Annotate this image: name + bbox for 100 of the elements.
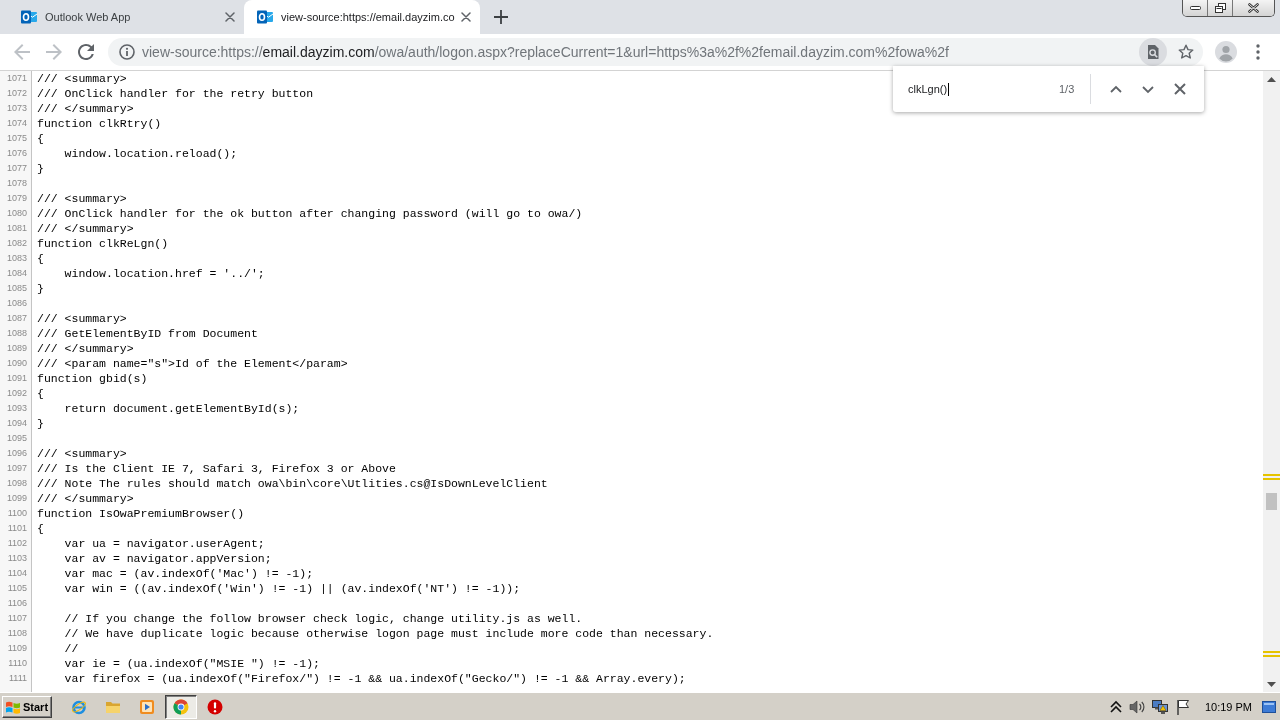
close-tab-button[interactable] — [458, 9, 474, 25]
line-number: 1106 — [7, 598, 27, 608]
code-line: function gbid(s) — [37, 372, 148, 385]
code-line: /// <summary> — [37, 312, 127, 325]
network-icon[interactable] — [1151, 698, 1168, 715]
code-line: // We have duplicate logic because otherwise logon page must include more code than necessary. — [63, 627, 714, 640]
line-number: 1102 — [7, 538, 27, 548]
chevron-down-icon — [1142, 84, 1155, 94]
code-line: var win = ((av.indexOf('Win') != -1) || (av.indexOf('NT') != -1)); — [63, 582, 521, 595]
browser-icon — [173, 698, 189, 715]
code-line: var ie = (ua.indexOf("MSIE ") != -1); — [63, 657, 320, 670]
info-icon[interactable] — [119, 44, 135, 60]
code-line: function clkRtry() — [37, 117, 162, 130]
find-in-page-icon[interactable] — [1139, 38, 1167, 66]
line-number: 1081 — [6, 223, 27, 233]
code-line: return document.getElementById(s); — [63, 402, 300, 415]
line-number: 1074 — [6, 118, 27, 128]
match-count: 1/3 — [1059, 83, 1075, 95]
line-number: 1104 — [7, 568, 27, 578]
start-button[interactable]: Start — [2, 695, 52, 718]
line-number: 1079 — [6, 193, 27, 203]
code-line: { — [37, 132, 44, 145]
browser-tab[interactable]: view-source:https://email.dayzim.co — [244, 0, 480, 34]
code-line: } — [37, 162, 44, 175]
line-number: 1082 — [6, 238, 27, 248]
line-number: 1080 — [6, 208, 27, 218]
line-number: 1088 — [6, 328, 27, 338]
code-line: function IsOwaPremiumBrowser() — [37, 507, 245, 520]
restore-icon — [1214, 3, 1226, 13]
code-line: /// <summary> — [37, 72, 127, 85]
code-line: /// </summary> — [37, 222, 134, 235]
star-icon[interactable] — [1178, 44, 1194, 60]
line-number: 1086 — [6, 298, 27, 308]
scroll-down-icon[interactable] — [1267, 682, 1276, 687]
line-number: 1092 — [6, 388, 27, 398]
line-number: 1094 — [6, 418, 27, 428]
clock: 10:19 PM — [1204, 700, 1252, 713]
flag-icon[interactable] — [1174, 698, 1191, 715]
code-line: /// Note The rules should match owa\bin\core\Utlities.cs@IsDownLevelClient — [37, 477, 548, 490]
browser-tab[interactable]: Outlook Web App — [8, 0, 244, 34]
code-line: window.location.reload(); — [63, 147, 238, 160]
code-line: } — [37, 417, 44, 430]
line-number: 1105 — [7, 583, 27, 593]
volume-icon[interactable] — [1128, 698, 1145, 715]
close-icon — [1248, 3, 1259, 13]
browser-icon — [71, 698, 87, 715]
warning-icon — [207, 698, 223, 715]
line-number: 1075 — [6, 133, 27, 143]
scroll-thumb[interactable] — [1266, 493, 1277, 510]
mail-icon — [257, 9, 273, 25]
code-line: /// GetElementByID from Document — [37, 327, 258, 340]
code-line: { — [37, 387, 44, 400]
code-line: /// </summary> — [37, 492, 134, 505]
plus-icon — [494, 10, 508, 24]
line-number: 1091 — [6, 373, 27, 383]
line-number: 1108 — [7, 628, 27, 638]
line-number: 1093 — [6, 403, 27, 413]
close-icon — [225, 12, 235, 22]
close-tab-button[interactable] — [222, 9, 238, 25]
find-field[interactable]: clkLgn() — [908, 79, 1052, 99]
line-number: 1110 — [8, 658, 27, 668]
reload-icon — [78, 44, 94, 60]
scrollbar[interactable] — [1263, 71, 1280, 692]
match-marker-icon — [1263, 474, 1280, 480]
forward-arrow-icon — [46, 44, 62, 60]
taskbar-button[interactable] — [165, 694, 197, 719]
code-line: var mac = (av.indexOf('Mac') != -1); — [63, 567, 314, 580]
chevron-up-icon — [1110, 84, 1123, 94]
line-number: 1076 — [6, 148, 27, 158]
scroll-up-icon[interactable] — [1267, 77, 1276, 82]
code-line: var av = navigator.appVersion; — [63, 552, 272, 565]
line-number: 1073 — [6, 103, 27, 113]
line-number: 1096 — [6, 448, 27, 458]
code-line: /// OnClick handler for the ok button after changing password (will go to owa/) — [37, 207, 583, 220]
line-number: 1101 — [7, 523, 27, 533]
restore-button[interactable] — [1207, 0, 1232, 16]
line-number: 1090 — [6, 358, 27, 368]
close-icon — [1174, 83, 1187, 95]
line-number: 1089 — [6, 343, 27, 353]
line-number: 1111 — [8, 673, 27, 683]
minimize-button[interactable] — [1183, 0, 1207, 16]
close-icon — [461, 12, 471, 22]
line-number: 1109 — [7, 643, 27, 653]
line-number: 1107 — [7, 613, 27, 623]
code-line: window.location.href = '../'; — [63, 267, 265, 280]
line-number: 1100 — [7, 508, 27, 518]
line-number: 1098 — [6, 478, 27, 488]
show-desktop-icon[interactable] — [1262, 700, 1276, 713]
line-number: 1085 — [6, 283, 27, 293]
close-window-button[interactable] — [1232, 0, 1274, 16]
line-number: 1078 — [6, 178, 27, 188]
line-number: 1072 — [6, 88, 27, 98]
line-number: 1077 — [6, 163, 27, 173]
play-icon — [139, 698, 155, 715]
code-line: /// </summary> — [37, 102, 134, 115]
code-line: function clkReLgn() — [37, 237, 169, 250]
code-line: var firefox = (ua.indexOf("Firefox/") != -1 && ua.indexOf("Gecko/") != -1 && Array.every); — [63, 672, 686, 685]
line-number: 1103 — [7, 553, 27, 563]
chevron-up-icon[interactable] — [1109, 700, 1122, 713]
code-line: var ua = navigator.userAgent; — [63, 537, 265, 550]
